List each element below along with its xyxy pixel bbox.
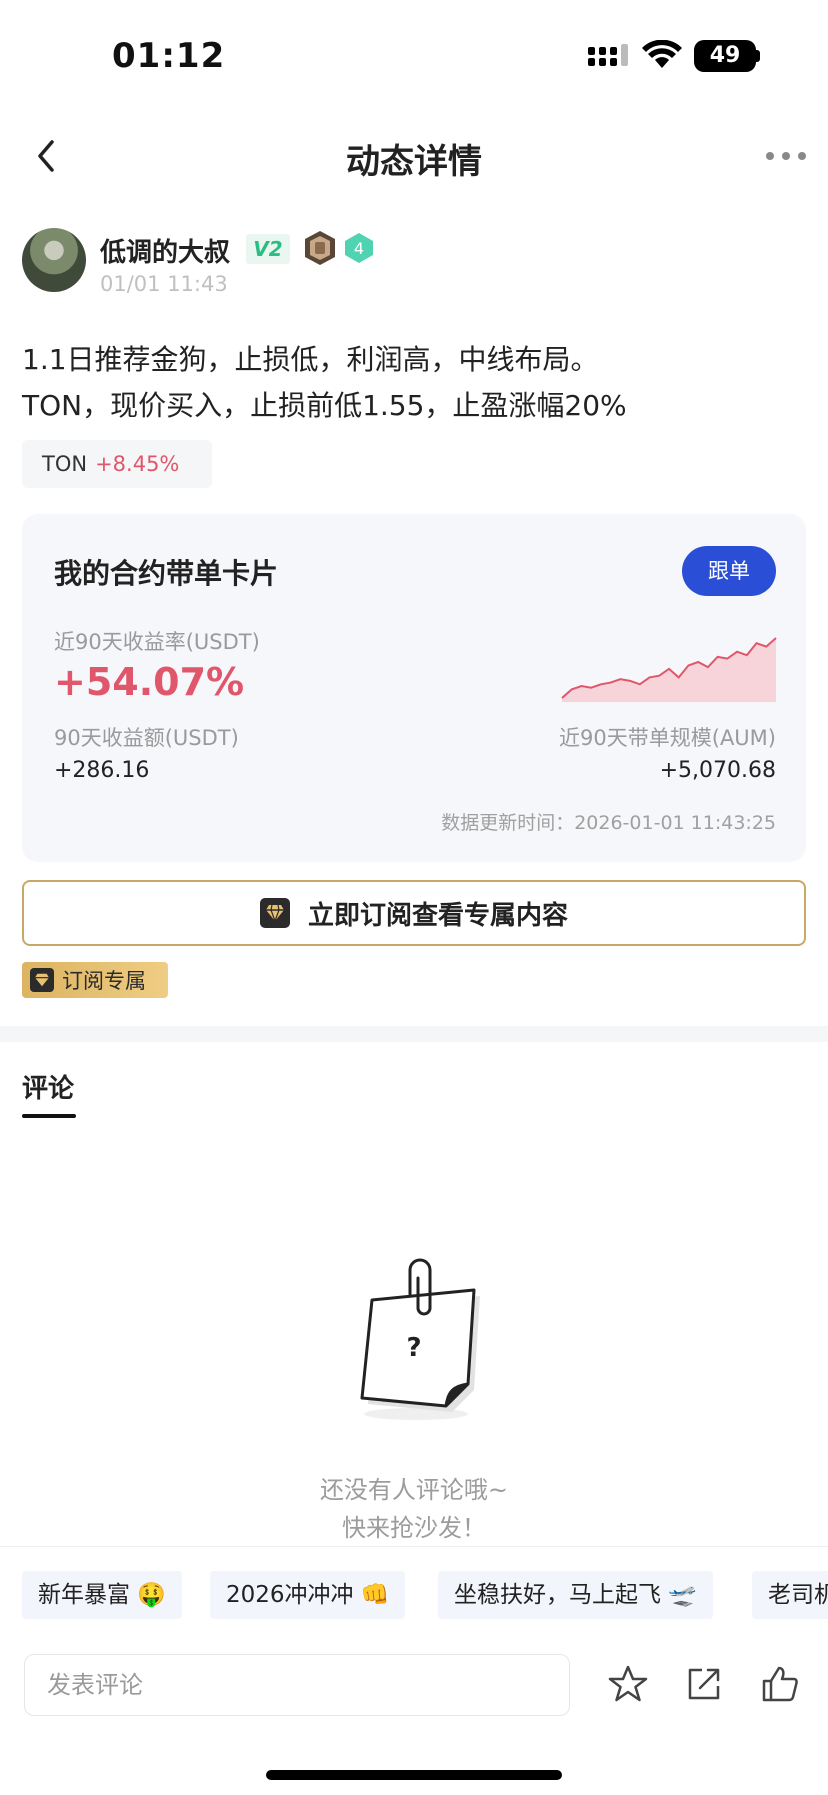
post-text-line-2: TON，现价买入，止损前低1.55，止盈涨幅20%: [22, 389, 627, 422]
author-avatar[interactable]: [22, 228, 86, 292]
update-time: 数据更新时间：2026-01-01 11:43:25: [441, 812, 776, 834]
quick-reply-chip[interactable]: 2026冲冲冲 👊: [210, 1571, 406, 1619]
subscriber-tag-label: 订阅专属: [62, 969, 146, 993]
aum-label: 近90天带单规模(AUM): [559, 726, 776, 750]
more-options-icon[interactable]: [764, 148, 808, 164]
cellular-signal-icon: [588, 44, 628, 66]
home-indicator: [266, 1770, 562, 1780]
status-time: 01:12: [112, 36, 226, 76]
follow-trade-button[interactable]: 跟单: [682, 546, 776, 596]
quick-reply-chip[interactable]: 老司机: [752, 1571, 828, 1619]
section-divider: [0, 1026, 828, 1042]
star-icon[interactable]: [608, 1664, 648, 1704]
medal-badge-icon: [305, 231, 335, 265]
page-title: 动态详情: [346, 142, 482, 182]
quick-reply-chip[interactable]: 坐稳扶好，马上起飞 🛫: [438, 1571, 713, 1619]
share-icon[interactable]: [684, 1664, 724, 1704]
tab-comments[interactable]: 评论: [22, 1068, 74, 1105]
earnings-label: 90天收益额(USDT): [54, 726, 239, 750]
subscribe-label: 立即订阅查看专属内容: [307, 900, 568, 931]
empty-comments-text: 还没有人评论哦~: [319, 1476, 509, 1504]
coin-change: +8.45%: [95, 452, 180, 476]
diamond-icon: [259, 898, 290, 928]
profit-sparkline: [561, 637, 777, 702]
like-icon[interactable]: [760, 1664, 800, 1704]
status-bar: 01:12 49: [0, 0, 828, 110]
vip-badge: V2: [246, 234, 290, 264]
earnings-value: +286.16: [54, 758, 150, 783]
wifi-icon: [642, 40, 682, 68]
empty-comments-subtext: 快来抢沙发！: [342, 1514, 486, 1542]
battery-tip: [756, 50, 760, 62]
level-badge: 4: [345, 233, 373, 263]
tab-active-indicator: [22, 1114, 76, 1118]
rate-label: 近90天收益率(USDT): [54, 630, 260, 654]
post-time: 01/01 11:43: [100, 272, 228, 296]
battery-indicator: 49: [694, 40, 756, 72]
subscriber-exclusive-tag: 订阅专属: [22, 962, 168, 998]
author-name[interactable]: 低调的大叔: [100, 232, 230, 269]
coin-symbol: TON: [42, 452, 88, 476]
level-number: 4: [354, 239, 364, 258]
diamond-icon: [30, 968, 54, 992]
subscribe-button[interactable]: 立即订阅查看专属内容: [22, 880, 806, 946]
svg-text:?: ?: [406, 1333, 421, 1363]
rate-value: +54.07%: [54, 660, 245, 704]
post-text-line-1: 1.1日推荐金狗，止损低，利润高，中线布局。: [22, 343, 599, 376]
aum-value: +5,070.68: [659, 758, 776, 783]
quick-reply-bar: 新年暴富 🤑 2026冲冲冲 👊 坐稳扶好，马上起飞 🛫 老司机: [0, 1546, 828, 1650]
empty-comments-illustration: ?: [360, 1258, 480, 1420]
copy-trading-card[interactable]: 我的合约带单卡片 跟单 近90天收益率(USDT) +54.07% 90天收益额…: [22, 514, 806, 862]
coin-tag[interactable]: TON +8.45%: [22, 440, 212, 488]
card-title: 我的合约带单卡片: [54, 557, 279, 590]
comment-input[interactable]: 发表评论: [24, 1654, 570, 1716]
quick-reply-chip[interactable]: 新年暴富 🤑: [22, 1571, 182, 1619]
